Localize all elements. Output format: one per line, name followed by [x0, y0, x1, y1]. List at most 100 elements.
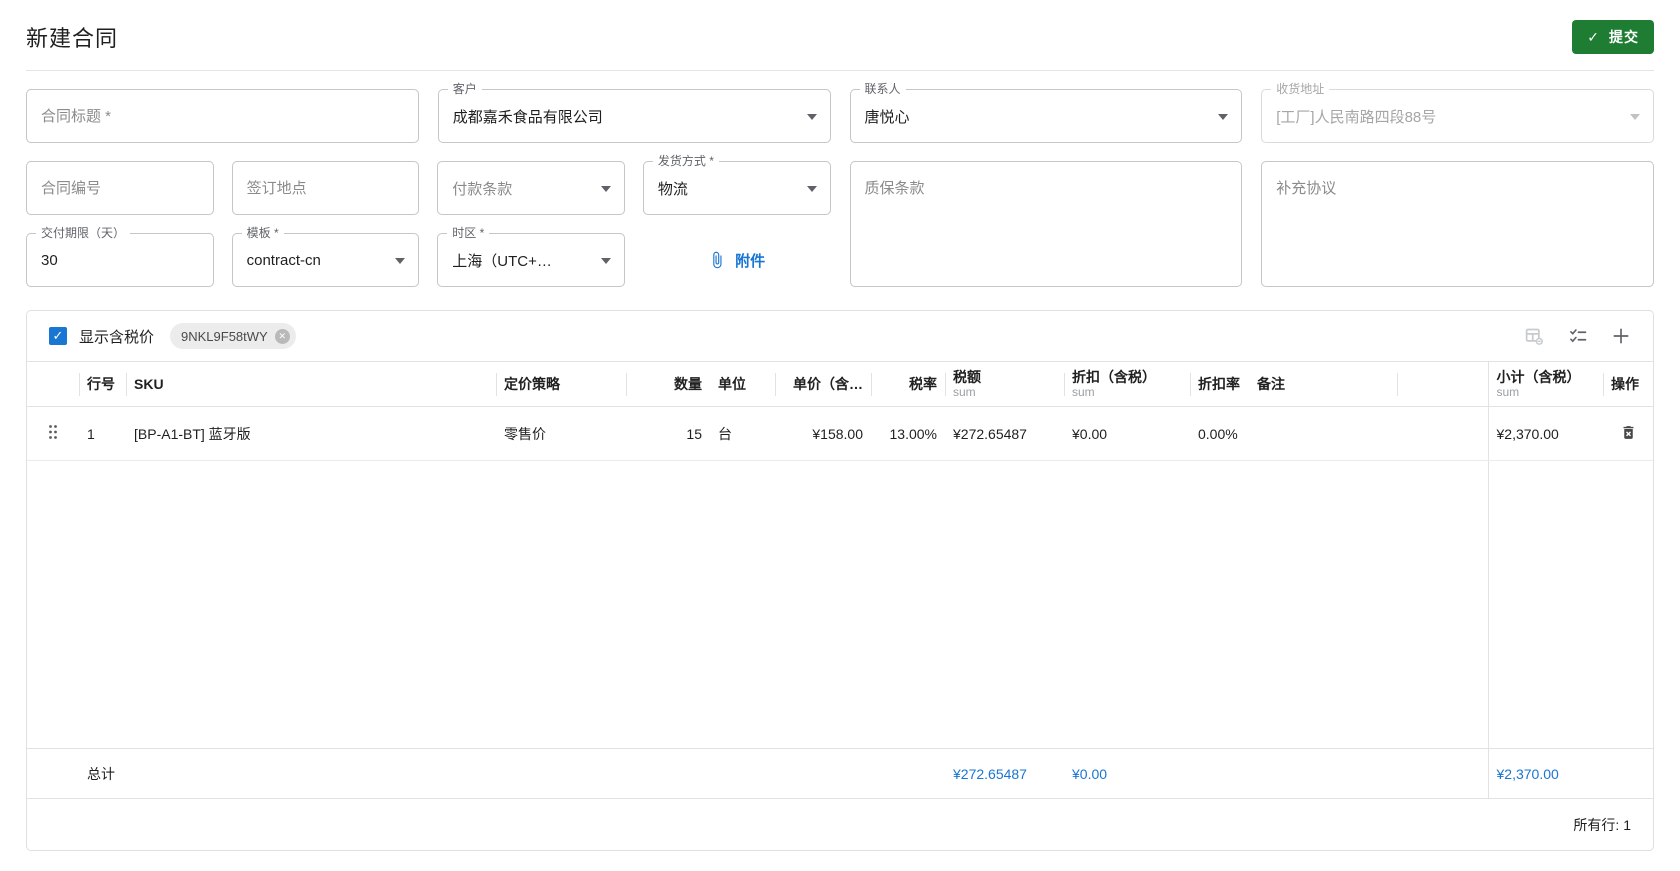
col-unit-price: 单价（含… [775, 361, 871, 407]
template-label: 模板 * [241, 226, 284, 240]
cell-sku[interactable]: [BP-A1-BT] 蓝牙版 [126, 406, 496, 461]
signing-place-input[interactable] [246, 179, 405, 197]
customer-label: 客户 [447, 82, 482, 96]
all-rows-count: 所有行: 1 [1573, 816, 1631, 833]
contract-title-field-wrap [26, 89, 419, 143]
col-discount-sum: sum [1072, 385, 1095, 399]
totals-row: 总计 ¥272.65487 ¥0.00 ¥2,370.00 [27, 748, 1653, 799]
col-sku: SKU [126, 361, 496, 407]
signing-place-field-wrap [231, 161, 420, 215]
template-value: contract-cn [246, 251, 321, 269]
timezone-value: 上海（UTC+… [452, 252, 552, 270]
col-tax-amount-sum: sum [953, 385, 976, 399]
table-row: 1 [BP-A1-BT] 蓝牙版 零售价 15 台 ¥158.00 13.00%… [27, 406, 1653, 461]
col-subtotal-label: 小计（含税） [1496, 369, 1581, 385]
delivery-days-value: 30 [41, 251, 58, 269]
cell-unit-price[interactable]: ¥158.00 [775, 406, 871, 461]
warranty-terms-textarea[interactable] [850, 162, 1242, 286]
totals-subtotal: ¥2,370.00 [1487, 748, 1603, 799]
col-tax-rate: 税率 [871, 361, 945, 407]
shipping-method-select[interactable]: 发货方式 * 物流 [642, 154, 831, 215]
timezone-label: 时区 * [447, 226, 490, 240]
shipping-address-select: 收货地址 [工厂]人民南路四段88号 [1261, 82, 1654, 143]
supplementary-agreement-textarea[interactable] [1262, 162, 1653, 286]
cell-line-no: 1 [79, 406, 126, 461]
shipping-address-value: [工厂]人民南路四段88号 [1276, 108, 1437, 126]
cell-discount-rate[interactable]: 0.00% [1190, 406, 1249, 461]
contact-label: 联系人 [859, 82, 906, 96]
col-remark: 备注 [1249, 361, 1397, 407]
totals-label: 总计 [79, 748, 496, 799]
col-pricing-strategy: 定价策略 [496, 361, 626, 407]
contact-value: 唐悦心 [864, 108, 910, 126]
show-tax-price-label: 显示含税价 [79, 328, 155, 346]
grid-toolbar: ✓ 显示含税价 9NKL9F58tWY ✕ [27, 311, 1653, 361]
cell-unit[interactable]: 台 [710, 406, 775, 461]
chip-close-icon[interactable]: ✕ [274, 328, 290, 344]
add-row-icon[interactable] [1611, 326, 1631, 346]
show-tax-price-checkbox[interactable]: ✓ [49, 327, 67, 345]
drag-handle[interactable] [27, 406, 79, 461]
attachment-button[interactable]: 附件 [643, 233, 831, 287]
table-link-icon[interactable] [1524, 326, 1545, 347]
contract-title-input[interactable] [41, 107, 404, 125]
customer-value: 成都嘉禾食品有限公司 [452, 108, 603, 126]
template-select[interactable]: 模板 * contract-cn [231, 226, 420, 287]
totals-discount: ¥0.00 [1064, 748, 1190, 799]
checklist-icon[interactable] [1568, 326, 1588, 346]
grid-toolbar-icons [1524, 326, 1631, 347]
col-drag [27, 361, 79, 407]
col-actions: 操作 [1603, 361, 1653, 407]
col-discount-label: 折扣（含税） [1072, 369, 1156, 385]
contract-no-input[interactable] [41, 179, 199, 197]
payment-terms-select[interactable]: 付款条款 [437, 161, 625, 215]
cell-tax-rate[interactable]: 13.00% [871, 406, 945, 461]
submit-button-label: 提交 [1609, 29, 1639, 45]
cell-spacer [1397, 406, 1488, 461]
delivery-days-field[interactable]: 交付期限（天） 30 [26, 226, 214, 287]
cell-qty[interactable]: 15 [626, 406, 710, 461]
chevron-down-icon [1218, 114, 1229, 120]
shipping-method-label: 发货方式 * [652, 154, 719, 168]
col-qty: 数量 [626, 361, 710, 407]
form-row-1: 客户 成都嘉禾食品有限公司 联系人 唐悦心 收货地址 [工厂]人民南路四段88号 [26, 82, 1654, 143]
form-lower-left: 付款条款 发货方式 * 物流 交付期限（天） 30 模板 * contract-… [26, 154, 831, 287]
grid-tag-chip: 9NKL9F58tWY ✕ [170, 323, 296, 349]
contact-select[interactable]: 联系人 唐悦心 [849, 82, 1243, 143]
chevron-down-icon [1630, 114, 1640, 120]
cell-tax-amount: ¥272.65487 [945, 406, 1064, 461]
payment-terms-placeholder: 付款条款 [452, 180, 513, 198]
attachment-button-label: 附件 [735, 252, 766, 270]
cell-remark[interactable] [1249, 406, 1397, 461]
chevron-down-icon [600, 258, 611, 264]
col-tax-amount-label: 税额 [953, 369, 981, 385]
table-empty-area [27, 460, 1653, 749]
col-tax-amount: 税额 sum [945, 361, 1064, 407]
line-items-table: 行号 SKU 定价策略 数量 单位 单价（含… 税率 税额 sum 折扣（含税）… [27, 361, 1653, 799]
shipping-address-label: 收货地址 [1271, 82, 1330, 96]
col-unit: 单位 [710, 361, 775, 407]
cell-subtotal: ¥2,370.00 [1487, 406, 1603, 461]
cell-discount[interactable]: ¥0.00 [1064, 406, 1190, 461]
contract-form-page: 新建合同 ✓ 提交 客户 成都嘉禾食品有限公司 联系人 唐悦心 收货地址 [ [0, 0, 1680, 851]
cell-actions [1603, 406, 1653, 461]
customer-select[interactable]: 客户 成都嘉禾食品有限公司 [437, 82, 831, 143]
contract-form: 客户 成都嘉禾食品有限公司 联系人 唐悦心 收货地址 [工厂]人民南路四段88号 [26, 82, 1654, 287]
check-icon: ✓ [1587, 28, 1600, 45]
col-discount-rate: 折扣率 [1190, 361, 1249, 407]
contract-no-field-wrap [26, 161, 214, 215]
paperclip-icon [708, 251, 726, 269]
timezone-select[interactable]: 时区 * 上海（UTC+… [437, 226, 625, 287]
chevron-down-icon [395, 258, 406, 264]
form-lower: 付款条款 发货方式 * 物流 交付期限（天） 30 模板 * contract-… [26, 154, 1654, 287]
col-spacer [1397, 361, 1488, 407]
submit-button[interactable]: ✓ 提交 [1572, 20, 1654, 54]
cell-pricing-strategy[interactable]: 零售价 [496, 406, 626, 461]
chevron-down-icon [806, 114, 817, 120]
delete-row-icon[interactable] [1620, 424, 1637, 441]
top-bar: 新建合同 ✓ 提交 [26, 0, 1654, 71]
chevron-down-icon [806, 186, 817, 192]
warranty-terms-field-wrap [849, 161, 1243, 287]
table-header-row: 行号 SKU 定价策略 数量 单位 单价（含… 税率 税额 sum 折扣（含税）… [27, 361, 1653, 407]
grid-tag-text: 9NKL9F58tWY [181, 328, 268, 344]
